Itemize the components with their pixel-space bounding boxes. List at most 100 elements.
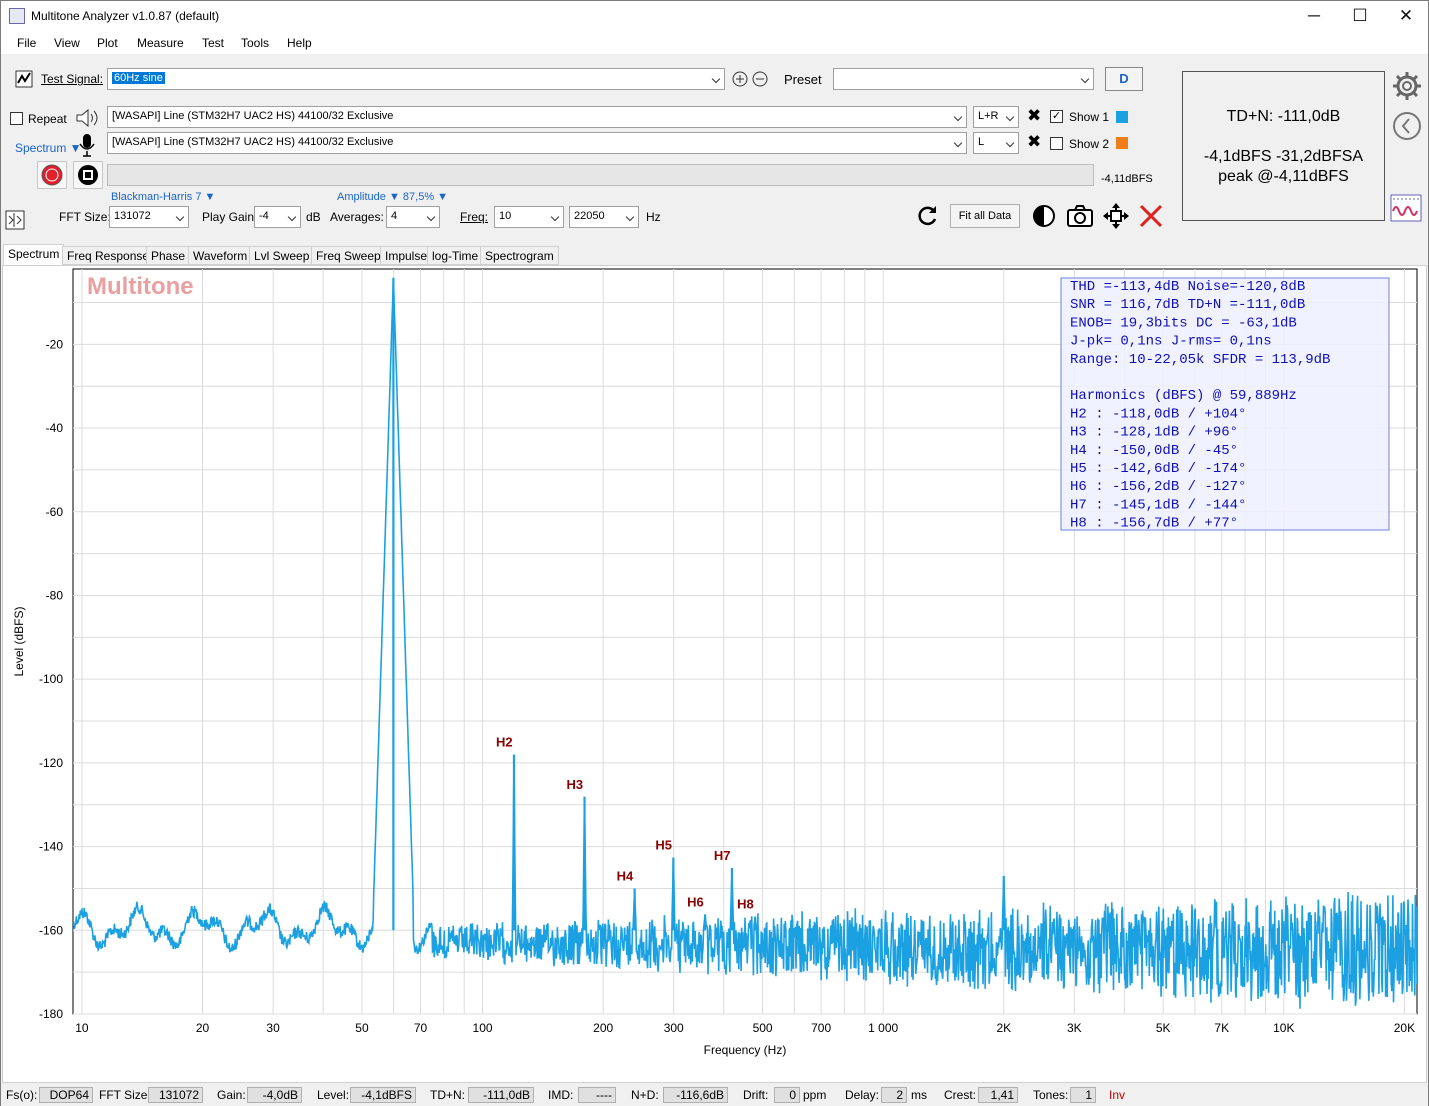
readout-level: -4,1dBFS -31,2dBFSA — [1203, 148, 1364, 165]
spectrum-chart[interactable]: -20 -40 -60 -80 -100 -120 -140 -160 -180 10 20 30 50… — [3, 266, 1426, 1082]
move-icon[interactable] — [1102, 202, 1130, 230]
freq-unit: Hz — [646, 210, 661, 224]
x-tick-label: 1 000 — [868, 1021, 898, 1035]
x-tick-label: 300 — [664, 1021, 684, 1035]
x-tick-label: 200 — [593, 1021, 613, 1035]
input-channel-combo[interactable]: L — [973, 132, 1019, 154]
preset-label: Preset — [784, 72, 822, 87]
input-device-combo[interactable]: [WASAPI] Line (STM32H7 UAC2 HS) 44100/32… — [107, 132, 967, 154]
play-gain-label: Play Gain: — [202, 210, 258, 224]
menu-view[interactable]: View — [54, 36, 80, 50]
camera-icon[interactable] — [1065, 203, 1095, 229]
menu-help[interactable]: Help — [287, 36, 312, 50]
freq-to-combo[interactable]: 22050 — [569, 206, 639, 228]
output-channel-combo[interactable]: L+R — [973, 106, 1019, 128]
menu-file[interactable]: File — [17, 36, 36, 50]
tab-freq-sweep[interactable]: Freq Sweep — [311, 246, 386, 265]
output-settings-icon[interactable]: ✖ — [1027, 106, 1041, 126]
status-crest-label: Crest: — [944, 1088, 977, 1102]
status-level-label: Level: — [317, 1088, 350, 1102]
tab-freq-response[interactable]: Freq Response — [62, 246, 155, 265]
spectrum-dropdown[interactable]: Spectrum ▼ — [15, 141, 82, 155]
harmonic-label: H4 — [617, 868, 634, 883]
gear-icon[interactable] — [1391, 70, 1423, 102]
x-tick-label: 20K — [1394, 1021, 1415, 1035]
status-nd-label: N+D: — [631, 1088, 659, 1102]
y-axis-label: Level (dBFS) — [12, 606, 26, 676]
add-remove-icons[interactable] — [732, 71, 770, 88]
stats-line: H3 : -128,1dB / +96° — [1070, 425, 1238, 441]
test-signal-icon[interactable] — [15, 70, 33, 88]
show1-color-swatch[interactable] — [1116, 111, 1128, 123]
menu-plot[interactable]: Plot — [97, 36, 118, 50]
stop-icon — [78, 165, 98, 185]
refresh-icon[interactable] — [914, 203, 940, 229]
status-fft-value: 131072 — [148, 1087, 203, 1103]
show1-checkbox[interactable]: ✓ — [1050, 110, 1063, 123]
maximize-button[interactable]: ☐ — [1337, 1, 1383, 31]
stats-line: H6 : -156,2dB / -127° — [1070, 479, 1246, 495]
status-inv[interactable]: Inv — [1109, 1088, 1125, 1102]
spectrum-view-icon[interactable] — [1390, 194, 1422, 222]
minimize-button[interactable]: ─ — [1291, 1, 1337, 31]
show2-label: Show 2 — [1069, 137, 1110, 151]
fit-all-data-button[interactable]: Fit all Data — [950, 204, 1020, 228]
speaker-icon[interactable] — [74, 106, 100, 130]
status-drift-label: Drift: — [743, 1088, 769, 1102]
x-tick-label: 10K — [1273, 1021, 1294, 1035]
status-tones-label: Tones: — [1033, 1088, 1069, 1102]
x-tick-label: 3K — [1067, 1021, 1082, 1035]
averages-combo[interactable]: 4 — [386, 206, 440, 228]
menu-tools[interactable]: Tools — [241, 36, 269, 50]
record-button[interactable] — [37, 161, 67, 189]
tab-spectrogram[interactable]: Spectrogram — [480, 246, 559, 265]
amplitude-dropdown[interactable]: Amplitude ▼ 87,5% ▼ — [337, 191, 448, 203]
menu-test[interactable]: Test — [202, 36, 224, 50]
freq-from-combo[interactable]: 10 — [494, 206, 564, 228]
y-tick-label: -80 — [46, 588, 64, 602]
tab-spectrum[interactable]: Spectrum — [3, 244, 65, 266]
status-gain-value: -4,0dB — [247, 1087, 302, 1103]
test-signal-value: 60Hz sine — [112, 72, 165, 84]
tab-impulse[interactable]: Impulse — [380, 246, 433, 265]
y-tick-label: -180 — [39, 1007, 63, 1021]
spectrum-panel: -20 -40 -60 -80 -100 -120 -140 -160 -180 10 20 30 50… — [2, 265, 1427, 1083]
measurement-readout: TD+N: -111,0dB -4,1dBFS -31,2dBFSA peak … — [1182, 71, 1385, 221]
microphone-icon[interactable] — [78, 132, 96, 158]
tab-log-time[interactable]: log-Time — [427, 246, 484, 265]
window-function-dropdown[interactable]: Blackman-Harris 7 ▼ — [111, 191, 215, 203]
stop-button[interactable] — [73, 161, 103, 189]
tab-waveform[interactable]: Waveform — [188, 246, 253, 265]
y-tick-label: -20 — [46, 337, 64, 351]
readout-tdn: TD+N: -111,0dB — [1226, 108, 1341, 125]
harmonic-label: H8 — [737, 896, 754, 911]
x-axis-label: Frequency (Hz) — [704, 1043, 787, 1057]
input-settings-icon[interactable]: ✖ — [1027, 132, 1041, 152]
play-gain-combo[interactable]: -4 — [254, 206, 301, 228]
repeat-checkbox[interactable] — [10, 112, 23, 125]
fft-size-combo[interactable]: 131072 — [109, 206, 189, 228]
contrast-icon[interactable] — [1031, 203, 1057, 229]
panel-toggle-icon[interactable] — [5, 210, 25, 230]
averages-label: Averages: — [330, 210, 384, 224]
show2-color-swatch[interactable] — [1116, 137, 1128, 149]
status-crest-value: 1,41 — [978, 1087, 1018, 1103]
menu-measure[interactable]: Measure — [137, 36, 184, 50]
app-icon — [9, 8, 25, 24]
play-gain-unit: dB — [306, 210, 321, 224]
close-button[interactable]: ✕ — [1383, 1, 1429, 31]
repeat-label: Repeat — [28, 112, 67, 126]
d-button[interactable]: D — [1105, 67, 1143, 91]
watermark: Multitone — [87, 273, 194, 300]
preset-combo[interactable] — [833, 68, 1094, 90]
show2-checkbox[interactable] — [1050, 137, 1063, 150]
output-device-combo[interactable]: [WASAPI] Line (STM32H7 UAC2 HS) 44100/32… — [107, 106, 967, 128]
tab-lvl-sweep[interactable]: Lvl Sweep — [249, 246, 315, 265]
y-tick-label: -100 — [39, 672, 63, 686]
status-delay-label: Delay: — [845, 1088, 880, 1102]
clear-icon[interactable] — [1138, 203, 1164, 229]
history-icon[interactable] — [1391, 110, 1423, 142]
tab-phase[interactable]: Phase — [146, 246, 191, 265]
test-signal-combo[interactable]: 60Hz sine — [107, 68, 725, 90]
stats-line: THD =-113,4dB Noise=-120,8dB — [1070, 279, 1305, 295]
